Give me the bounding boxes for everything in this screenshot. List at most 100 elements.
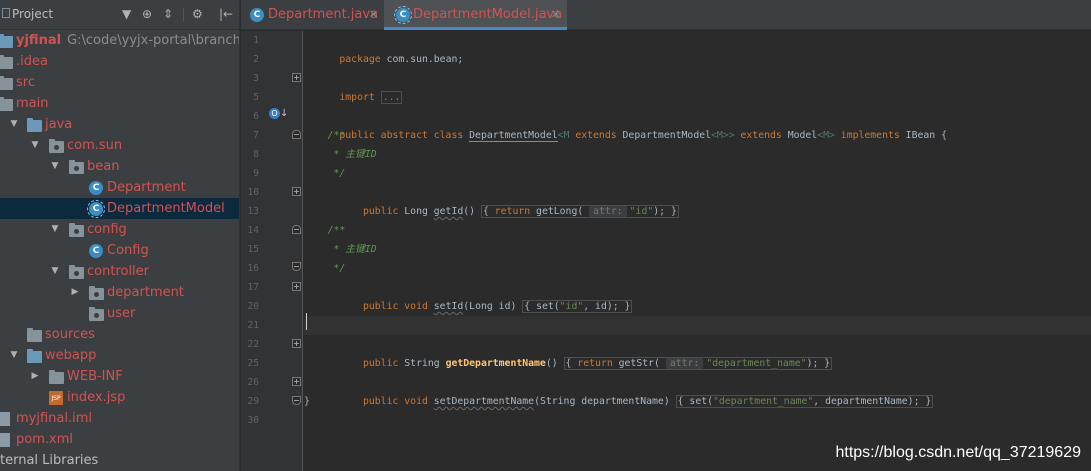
tree-item-label: main <box>16 96 49 111</box>
string-literal: "id" <box>629 206 654 217</box>
tree-item-main[interactable]: main <box>0 93 239 114</box>
fold-collapse-icon[interactable] <box>292 262 301 271</box>
jsp-file-icon: JSP <box>49 391 63 405</box>
code-token: String <box>398 358 446 369</box>
tree-item-label: user <box>107 306 136 321</box>
implementations-icon[interactable]: O <box>269 108 280 119</box>
tree-item-index-jsp[interactable]: JSP index.jsp <box>0 387 239 408</box>
fold-expand-icon[interactable] <box>292 187 301 196</box>
code-token: getStr( <box>612 358 660 369</box>
line-number: 7 <box>253 130 259 141</box>
line-number: 8 <box>253 149 259 160</box>
fold-expand-icon[interactable] <box>292 339 301 348</box>
tab-department-java[interactable]: C Department.java ✕ <box>241 0 384 30</box>
line-number: 1 <box>253 35 259 46</box>
tree-item-bean[interactable]: ▼ bean <box>0 156 239 177</box>
expanded-arrow-icon[interactable]: ▼ <box>9 345 19 366</box>
tree-item-com-sun[interactable]: ▼ com.sun <box>0 135 239 156</box>
collapse-all-icon[interactable]: ⇕ <box>163 7 173 21</box>
tree-item-config[interactable]: ▼ config <box>0 219 239 240</box>
folder-icon <box>27 118 42 132</box>
tree-item-label: department <box>107 285 184 300</box>
folder-icon <box>49 370 64 384</box>
parameter-hint: attr: <box>589 206 627 217</box>
string-literal: "department_name" <box>706 358 807 369</box>
tab-departmentmodel-java[interactable]: C DepartmentModel.java ✕ <box>384 0 567 30</box>
editor-tab-bar: C Department.java ✕ C DepartmentModel.ja… <box>241 0 1091 30</box>
class-icon: C <box>89 181 103 195</box>
doc-comment: /** <box>327 130 346 141</box>
tree-item-idea[interactable]: .idea <box>0 51 239 72</box>
method-name[interactable]: getId <box>434 206 464 217</box>
folded-imports[interactable]: ... <box>380 91 403 104</box>
folded-method-body[interactable]: { return getLong( attr: "id"); } <box>480 205 679 218</box>
method-name[interactable]: setId <box>434 301 464 312</box>
close-tab-icon[interactable]: ✕ <box>551 0 560 30</box>
tree-item-sources[interactable]: sources <box>0 324 239 345</box>
method-name[interactable]: getDepartmentName <box>446 358 546 369</box>
tree-item-label: src <box>16 75 35 90</box>
folded-method-body[interactable]: { set("id", id); } <box>522 300 633 313</box>
code-line: /** <box>304 126 1091 145</box>
doc-comment: */ <box>333 168 346 179</box>
expanded-arrow-icon[interactable]: ▼ <box>50 261 60 282</box>
fold-expand-icon[interactable] <box>292 282 301 291</box>
package-icon <box>69 265 84 279</box>
fold-expand-icon[interactable] <box>292 377 301 386</box>
toolbar-divider <box>183 8 184 22</box>
fold-collapse-icon[interactable] <box>292 396 301 405</box>
project-panel-title[interactable]: Project <box>12 7 53 21</box>
tree-item-department[interactable]: C Department <box>0 177 239 198</box>
code-token: ); <box>806 358 819 369</box>
current-line[interactable] <box>304 316 1091 335</box>
folder-icon <box>27 328 42 342</box>
doc-comment: * 主键ID <box>333 149 377 160</box>
string-literal: "id" <box>559 301 584 312</box>
fold-collapse-icon[interactable] <box>292 130 301 139</box>
fold-expand-icon[interactable] <box>292 73 301 82</box>
tree-item-webapp[interactable]: ▼ webapp <box>0 345 239 366</box>
tree-item-src[interactable]: src <box>0 72 239 93</box>
tree-item-departmentmodel[interactable]: C DepartmentModel <box>0 198 239 219</box>
code-editor[interactable]: 1 2 3 5 6 7 8 9 10 13 14 15 16 17 20 21 22 25 26 29 30 O ↓ p… <box>241 31 1091 471</box>
tree-item-yjfinal[interactable]: yjfinalG:\code\yyjx-portal\branches\myj <box>0 30 239 51</box>
doc-comment: */ <box>333 263 346 274</box>
tree-item-myjfinal-iml[interactable]: myjfinal.iml <box>0 408 239 429</box>
tree-item-java[interactable]: ▼ java <box>0 114 239 135</box>
tree-item-user[interactable]: user <box>0 303 239 324</box>
expanded-arrow-icon[interactable]: ▼ <box>50 156 60 177</box>
fold-collapse-icon[interactable] <box>292 225 301 234</box>
line-number: 29 <box>247 396 259 407</box>
scroll-from-source-icon[interactable]: ⊕ <box>142 7 152 21</box>
expanded-arrow-icon[interactable]: ▼ <box>50 219 60 240</box>
collapsed-arrow-icon[interactable]: ▶ <box>70 282 80 303</box>
expanded-arrow-icon[interactable]: ▼ <box>30 135 40 156</box>
tree-item-ternal-libraries[interactable]: ternal Libraries <box>0 450 239 471</box>
collapsed-arrow-icon[interactable]: ▶ <box>30 366 40 387</box>
close-tab-icon[interactable]: ✕ <box>369 0 378 30</box>
settings-gear-icon[interactable]: ⚙ <box>192 7 203 21</box>
code-area[interactable]: package com.sun.bean; import ... public … <box>304 31 1091 471</box>
tree-item-label: sources <box>45 327 95 342</box>
expanded-arrow-icon[interactable]: ▼ <box>9 114 19 135</box>
folded-method-body[interactable]: { return getStr( attr: "department_name")… <box>563 357 833 370</box>
tree-item-department[interactable]: ▶ department <box>0 282 239 303</box>
tree-item-label: controller <box>87 264 150 279</box>
tree-item-controller[interactable]: ▼ controller <box>0 261 239 282</box>
line-number: 26 <box>247 377 259 388</box>
hide-panel-icon[interactable]: |← <box>219 7 233 21</box>
folder-icon <box>27 349 42 363</box>
tree-item-web-inf[interactable]: ▶ WEB-INF <box>0 366 239 387</box>
code-token: return <box>577 358 613 369</box>
abstract-class-icon: C <box>87 200 105 218</box>
tab-label: DepartmentModel.java <box>413 7 563 22</box>
line-number: 6 <box>253 111 259 122</box>
tree-item-pom-xml[interactable]: pom.xml <box>0 429 239 450</box>
line-number: 25 <box>247 358 259 369</box>
doc-comment: * 主键ID <box>333 244 377 255</box>
view-dropdown-icon[interactable]: ▼ <box>122 7 131 21</box>
tree-item-label: ternal Libraries <box>0 453 99 468</box>
down-arrow-icon: ↓ <box>280 108 289 119</box>
tree-item-config[interactable]: C Config <box>0 240 239 261</box>
line-number: 30 <box>247 415 259 426</box>
